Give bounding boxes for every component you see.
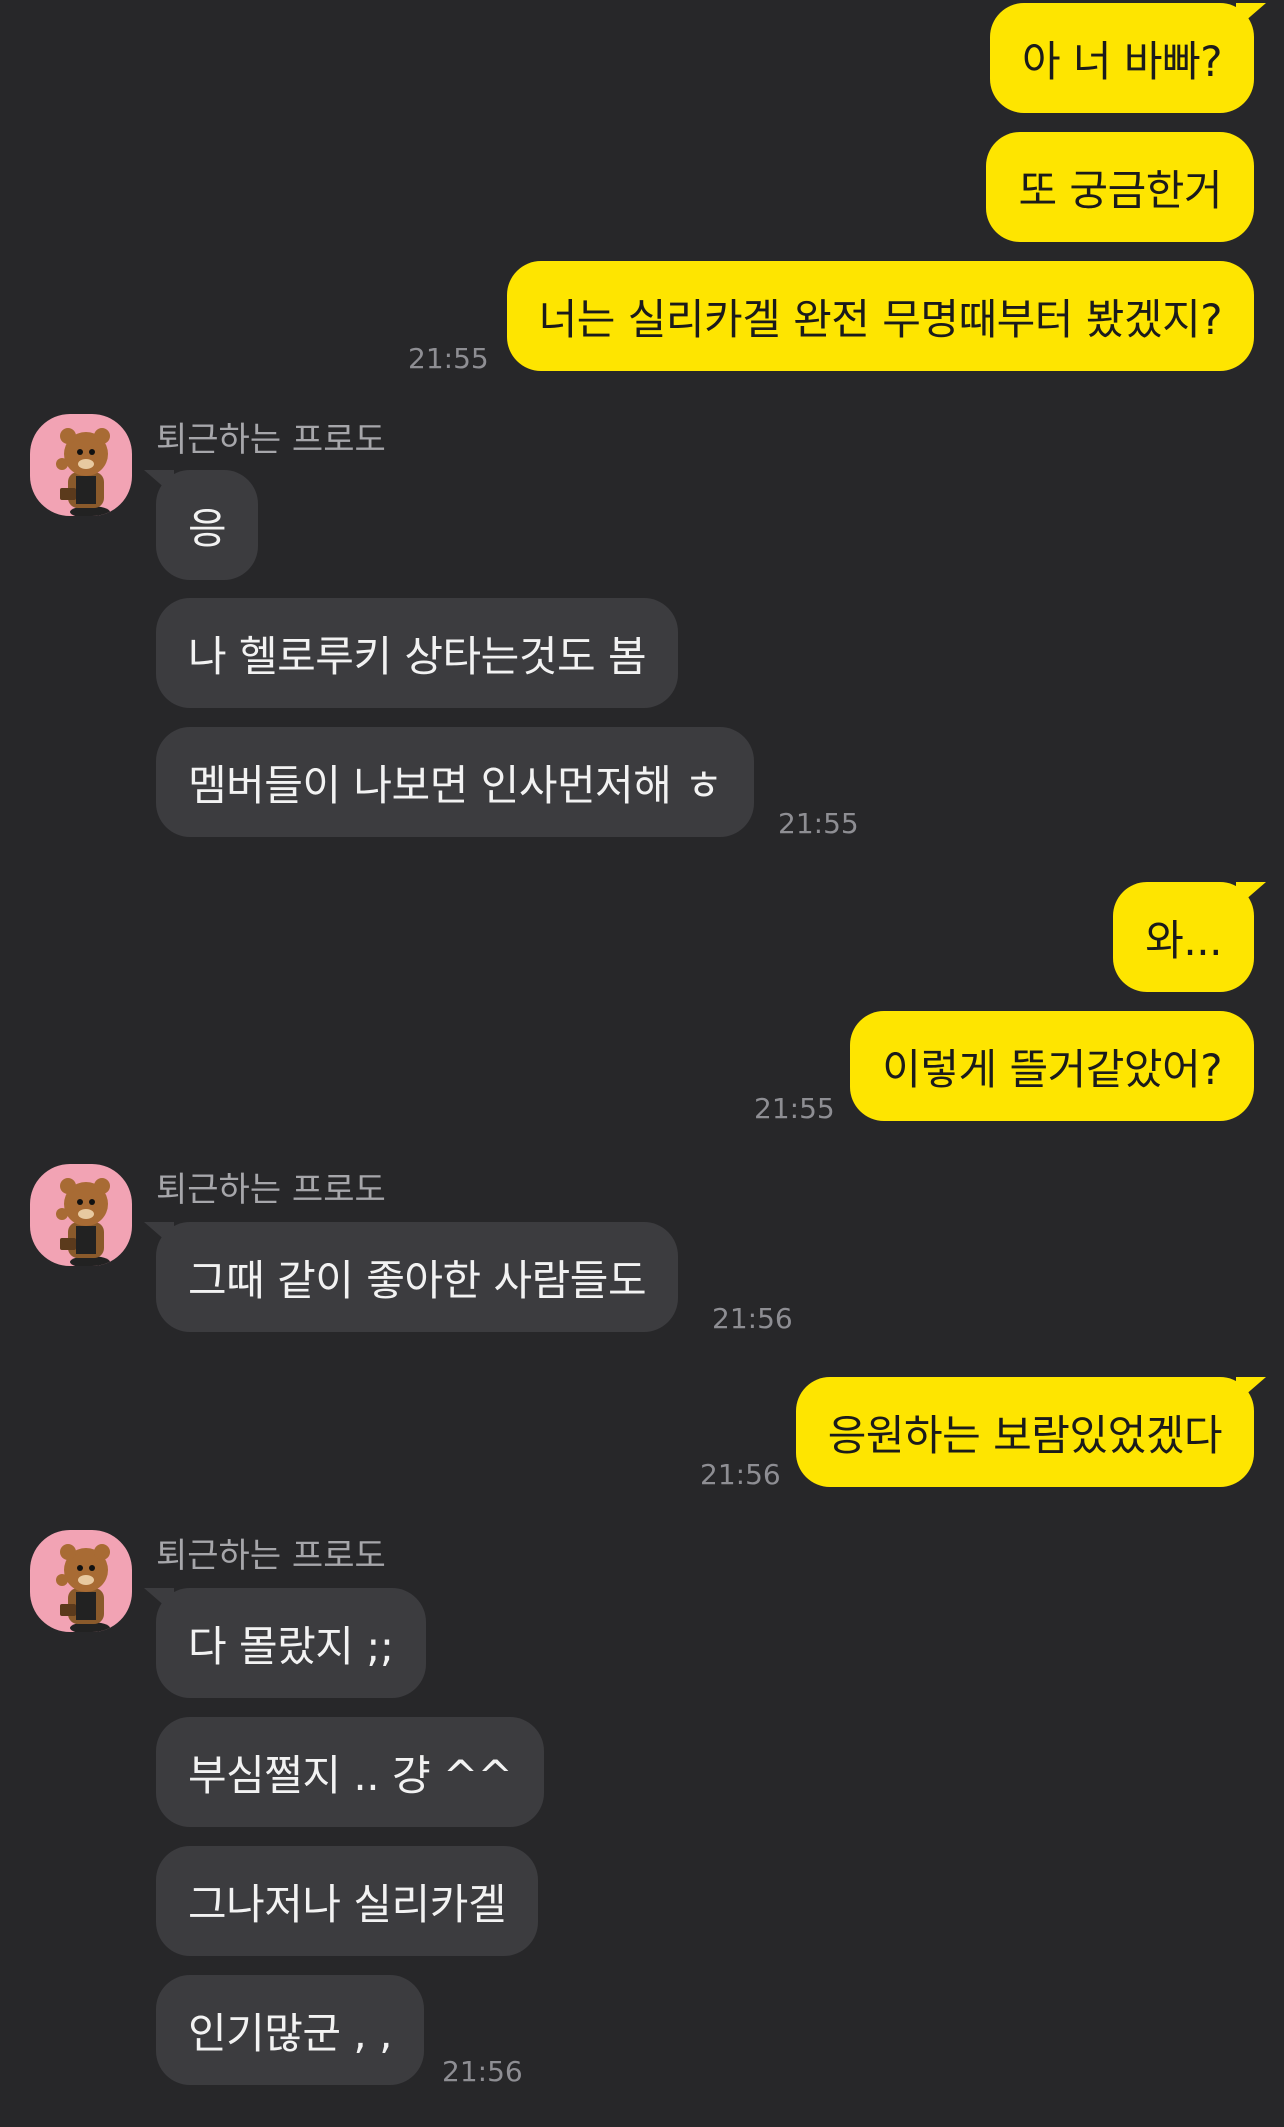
- frodo-character-icon: [56, 1544, 110, 1632]
- sender-name: 퇴근하는 프로도: [156, 1536, 386, 1576]
- message-text: 그때 같이 좋아한 사람들도: [188, 1255, 647, 1305]
- my-message-bubble[interactable]: 이렇게 뜰거같았어?: [850, 1011, 1254, 1121]
- their-message-bubble[interactable]: 다 몰랐지 ;;: [144, 1588, 426, 1698]
- message-text: 이렇게 뜰거같았어?: [882, 1044, 1222, 1094]
- sender-name: 퇴근하는 프로도: [156, 420, 386, 460]
- frodo-character-icon: [56, 428, 110, 516]
- my-message-bubble[interactable]: 와...: [1113, 882, 1266, 992]
- my-message-bubble[interactable]: 응원하는 보람있었겠다: [795, 1377, 1267, 1487]
- sender-avatar[interactable]: [30, 414, 132, 516]
- message-timestamp: 21:55: [408, 342, 489, 375]
- message-timestamp: 21:55: [778, 807, 859, 840]
- their-message-bubble[interactable]: 그나저나 실리카겔: [156, 1846, 538, 1956]
- their-message-bubble[interactable]: 응: [143, 470, 259, 580]
- message-text: 나 헬로루키 상타는것도 봄: [188, 631, 647, 681]
- message-timestamp: 21:56: [700, 1458, 781, 1491]
- message-text: 아 너 바빠?: [1021, 36, 1223, 86]
- message-text: 다 몰랐지 ;;: [188, 1621, 394, 1671]
- message-text: 부심쩔지 .. 걍 ^^: [188, 1750, 513, 1800]
- my-message-bubble[interactable]: 아 너 바빠?: [989, 3, 1267, 113]
- their-message-bubble[interactable]: 그때 같이 좋아한 사람들도: [143, 1222, 679, 1332]
- sender-avatar[interactable]: [30, 1530, 132, 1632]
- message-text: 또 궁금한거: [1018, 165, 1222, 215]
- sender-name: 퇴근하는 프로도: [156, 1170, 386, 1210]
- my-message-bubble[interactable]: 너는 실리카겔 완전 무명때부터 봤겠지?: [506, 261, 1254, 371]
- message-timestamp: 21:56: [712, 1302, 793, 1335]
- chat-area[interactable]: 아 너 바빠? 또 궁금한거 너는 실리카겔 완전 무명때부터 봤겠지? 21:…: [0, 0, 1284, 2127]
- their-message-bubble[interactable]: 인기많군 , ,: [156, 1975, 424, 2085]
- their-message-bubble[interactable]: 멤버들이 나보면 인사먼저해 ㅎ: [156, 727, 755, 837]
- message-text: 응원하는 보람있었겠다: [827, 1410, 1223, 1460]
- message-text: 멤버들이 나보면 인사먼저해 ㅎ: [188, 760, 723, 810]
- message-text: 와...: [1145, 915, 1222, 965]
- their-message-bubble[interactable]: 부심쩔지 .. 걍 ^^: [156, 1717, 545, 1827]
- message-text: 너는 실리카겔 완전 무명때부터 봤겠지?: [538, 294, 1223, 344]
- their-message-bubble[interactable]: 나 헬로루키 상타는것도 봄: [156, 598, 679, 708]
- sender-avatar[interactable]: [30, 1164, 132, 1266]
- message-text: 그나저나 실리카겔: [188, 1879, 506, 1929]
- message-timestamp: 21:56: [442, 2055, 523, 2088]
- my-message-bubble[interactable]: 또 궁금한거: [986, 132, 1254, 242]
- message-text: 인기많군 , ,: [188, 2008, 392, 2058]
- message-timestamp: 21:55: [754, 1092, 835, 1125]
- message-text: 응: [188, 503, 227, 553]
- frodo-character-icon: [56, 1178, 110, 1266]
